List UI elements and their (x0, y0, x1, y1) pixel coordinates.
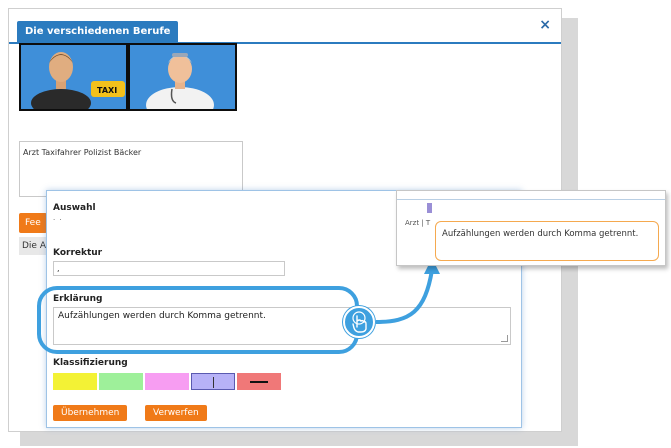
feedback-button[interactable]: Fee (19, 213, 47, 233)
cursor-bar-icon (213, 377, 214, 388)
auswahl-label: Auswahl (53, 203, 96, 213)
touch-hand-icon (343, 306, 375, 338)
preview-answer: Arzt | T (405, 219, 431, 227)
klassifizierung-label: Klassifizierung (53, 358, 128, 368)
resize-grip-icon[interactable] (501, 335, 508, 342)
doctor-image[interactable] (130, 45, 235, 109)
preview-divider (397, 199, 665, 200)
swatch-lavender[interactable] (191, 373, 235, 390)
highlight-ring (37, 286, 359, 354)
apply-button[interactable]: Übernehmen (53, 405, 128, 421)
explanation-tooltip: Aufzählungen werden durch Komma getrennt… (435, 221, 659, 261)
taxi-driver-image[interactable]: TAXI (21, 45, 126, 109)
swatch-pink[interactable] (145, 373, 189, 390)
error-marker-icon (427, 203, 432, 213)
swatch-yellow[interactable] (53, 373, 97, 390)
window-titlebar: Die verschiedenen Berufe × (9, 9, 561, 44)
auswahl-value: . . (53, 214, 63, 222)
swatch-red-strike[interactable] (237, 373, 281, 390)
discard-button[interactable]: Verwerfen (145, 405, 207, 421)
korrektur-input[interactable]: , (53, 261, 285, 276)
picture-strip: TAXI (19, 43, 237, 111)
classification-swatches (53, 373, 281, 390)
korrektur-label: Korrektur (53, 248, 103, 258)
window-title: Die verschiedenen Berufe (17, 21, 179, 42)
swatch-green[interactable] (99, 373, 143, 390)
taxi-sign-text: TAXI (97, 86, 117, 95)
strike-icon (250, 381, 268, 383)
preview-window: Arzt | T Aufzählungen werden durch Komma… (396, 190, 666, 266)
answer-textbox[interactable]: Arzt Taxifahrer Polizist Bäcker (19, 141, 243, 197)
close-icon[interactable]: × (539, 17, 551, 33)
